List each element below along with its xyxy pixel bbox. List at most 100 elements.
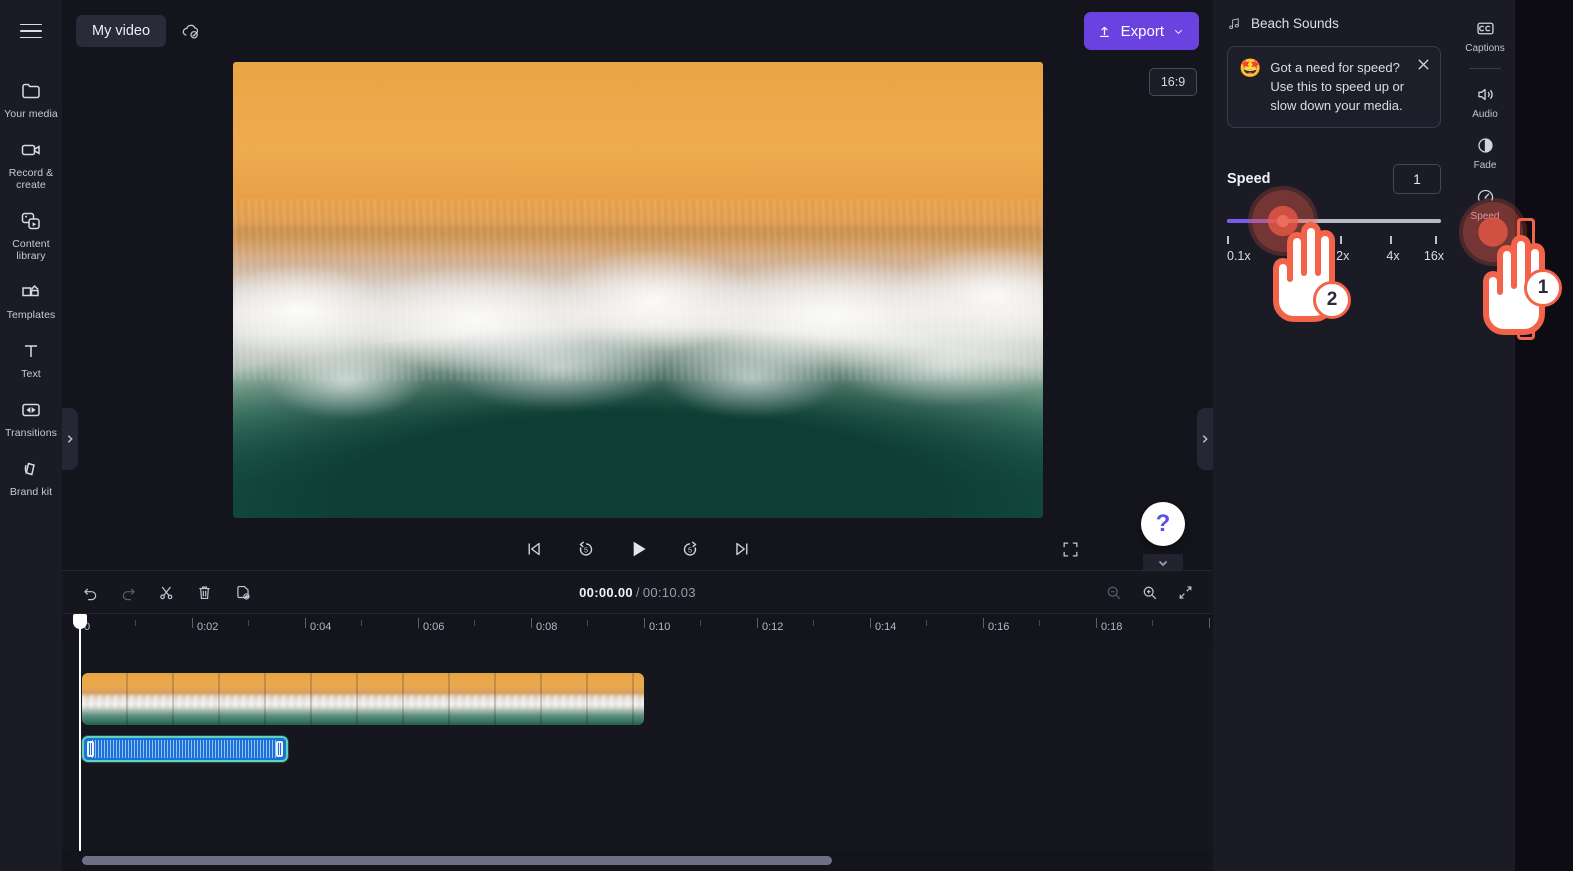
total-time: 00:10.03 <box>642 584 696 600</box>
chevron-down-icon <box>1158 560 1168 567</box>
chevron-down-icon <box>1174 29 1183 34</box>
audio-clip-trim-handle-left[interactable] <box>87 741 94 757</box>
zoom-in-button[interactable] <box>1135 578 1163 606</box>
sidebar-label: Record & create <box>8 167 54 191</box>
sidebar-label: Brand kit <box>9 486 53 498</box>
audio-clip-selected[interactable] <box>82 736 288 762</box>
sidebar-item-content-library[interactable]: Content library <box>0 200 62 271</box>
properties-panel: Beach Sounds 🤩 Got a need for speed? Use… <box>1213 0 1455 871</box>
speedometer-icon <box>1477 189 1493 201</box>
tool-label: Speed <box>1470 211 1500 222</box>
sidebar-label: Your media <box>4 108 58 120</box>
tool-captions-button[interactable]: Captions <box>1456 10 1514 61</box>
timeline-ruler[interactable]: 0 0:02 0:04 0:06 0:08 0:10 0:12 0:14 0:1… <box>62 613 1213 641</box>
fullscreen-button[interactable] <box>1055 527 1085 571</box>
tip-text: Got a need for speed? Use this to speed … <box>1270 60 1405 113</box>
sidebar-label: Transitions <box>4 427 58 439</box>
fade-circle-icon <box>1477 138 1493 153</box>
clip-thumbnail-separators <box>82 673 644 725</box>
video-preview[interactable] <box>233 62 1043 518</box>
tool-label: Audio <box>1472 109 1498 120</box>
speaker-icon <box>1477 88 1493 101</box>
scale-label: 0.1x <box>1227 249 1251 263</box>
right-panel-collapse-handle[interactable] <box>1197 408 1213 470</box>
sidebar-item-text[interactable]: Text <box>0 330 62 389</box>
question-mark-icon: ? <box>1155 510 1171 537</box>
templates-icon <box>18 280 44 304</box>
forward-5s-button[interactable]: 5 <box>675 534 705 564</box>
chevron-right-icon <box>1202 435 1208 443</box>
timeline-zoom-tools <box>1099 578 1199 606</box>
video-clip[interactable] <box>82 673 644 725</box>
top-bar: My video Export <box>62 0 1213 62</box>
speed-scale-labels: 0.1x 2x 4x 16x <box>1227 249 1445 265</box>
duplicate-button[interactable] <box>228 578 256 606</box>
hamburger-icon[interactable] <box>11 14 51 48</box>
tool-audio-button[interactable]: Audio <box>1456 76 1514 127</box>
sidebar-label: Content library <box>12 238 50 262</box>
sidebar-label: Text <box>21 368 41 380</box>
clipchamp-editor: Your media Record & create Content libra… <box>0 0 1573 871</box>
timeline: 00:00.00/00:10.03 0 0:02 0:04 0:06 0:08 … <box>62 570 1213 871</box>
panel-title-text: Beach Sounds <box>1251 15 1339 31</box>
playhead-line <box>79 641 81 851</box>
upload-arrow-icon <box>1099 26 1109 37</box>
split-button[interactable] <box>152 578 180 606</box>
star-eyes-emoji: 🤩 <box>1239 58 1262 78</box>
timeline-scrollbar-thumb[interactable] <box>82 856 832 865</box>
speed-slider-knob[interactable] <box>1276 215 1289 227</box>
tip-close-button[interactable] <box>1414 55 1432 73</box>
top-bar-right: Export <box>1083 12 1199 50</box>
video-camera-icon <box>18 138 44 162</box>
zoom-out-button[interactable] <box>1099 578 1127 606</box>
playhead-handle[interactable] <box>73 614 87 641</box>
project-name-field[interactable]: My video <box>76 15 167 47</box>
speed-value-input[interactable] <box>1393 164 1441 194</box>
foam-upper <box>233 235 1043 373</box>
speed-scale-ticks <box>1227 236 1441 246</box>
sidebar-item-your-media[interactable]: Your media <box>0 70 62 129</box>
skip-to-start-button[interactable] <box>519 534 549 564</box>
foam-lower <box>233 326 1043 464</box>
rewind-5s-button[interactable]: 5 <box>571 534 601 564</box>
content-library-icon <box>18 209 44 233</box>
scale-label: 16x <box>1423 249 1445 263</box>
tool-rail-divider <box>1469 68 1501 69</box>
close-x-icon <box>1417 58 1429 70</box>
scale-label: 2x <box>1336 249 1350 263</box>
preview-area: 16:9 5 5 ? <box>62 62 1213 576</box>
play-button[interactable] <box>623 534 653 564</box>
panel-title: Beach Sounds <box>1227 0 1441 46</box>
sidebar-item-record-create[interactable]: Record & create <box>0 129 62 200</box>
tool-label: Captions <box>1465 43 1505 54</box>
tool-fade-button[interactable]: Fade <box>1456 127 1514 178</box>
sidebar-item-brand-kit[interactable]: Brand kit <box>0 448 62 507</box>
sidebar-item-templates[interactable]: Templates <box>0 271 62 330</box>
export-button[interactable]: Export <box>1083 12 1199 50</box>
delete-button[interactable] <box>190 578 218 606</box>
clip-tool-rail: Captions Audio Fade Speed <box>1455 0 1515 871</box>
timeline-scrollbar-track[interactable] <box>62 850 1213 871</box>
current-time: 00:00.00 <box>579 584 633 600</box>
folder-icon <box>18 79 44 103</box>
sidebar-item-transitions[interactable]: Transitions <box>0 389 62 448</box>
brand-kit-icon <box>18 457 44 481</box>
wet-sand-band <box>233 226 1043 254</box>
audio-clip-trim-handle-right[interactable] <box>276 741 283 757</box>
help-button[interactable]: ? <box>1141 502 1185 546</box>
redo-button[interactable] <box>114 578 142 606</box>
aspect-ratio-badge[interactable]: 16:9 <box>1149 68 1197 96</box>
skip-to-end-button[interactable] <box>727 534 757 564</box>
fit-to-screen-button[interactable] <box>1171 578 1199 606</box>
speed-slider[interactable] <box>1227 215 1441 227</box>
tool-speed-button[interactable]: Speed <box>1456 178 1514 229</box>
left-sidebar: Your media Record & create Content libra… <box>0 0 62 871</box>
player-controls: 5 5 <box>62 527 1213 571</box>
timeline-tracks[interactable] <box>62 641 1213 851</box>
audio-waveform <box>92 740 278 758</box>
undo-button[interactable] <box>76 578 104 606</box>
tool-label: Fade <box>1473 160 1497 171</box>
text-icon <box>18 339 44 363</box>
page-right-gutter <box>1515 0 1573 871</box>
export-label: Export <box>1120 22 1164 40</box>
